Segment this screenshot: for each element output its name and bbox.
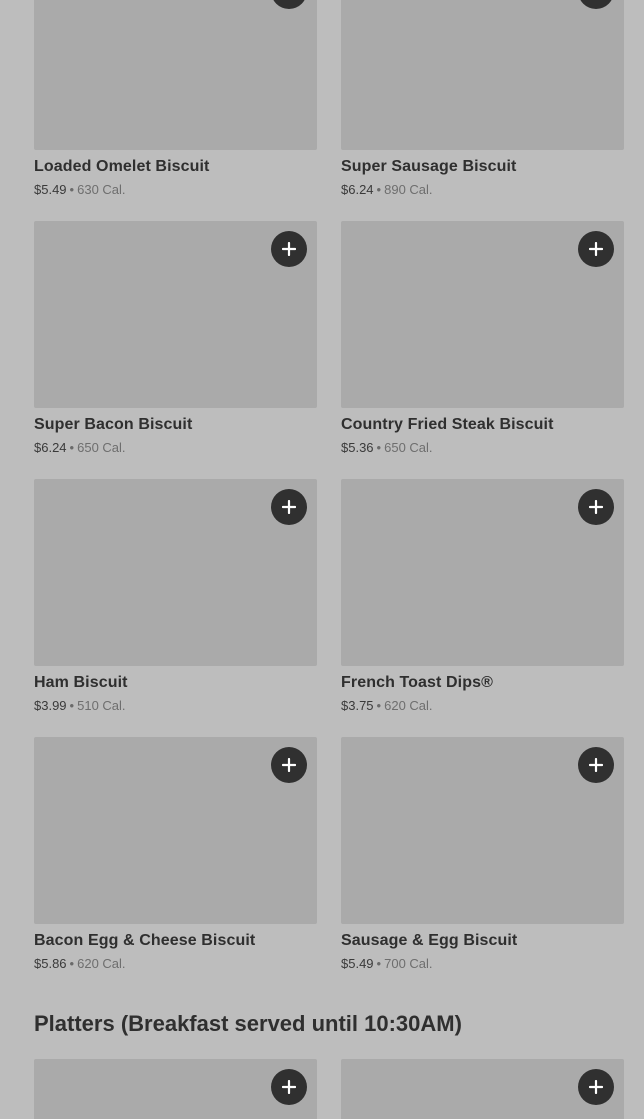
menu-item-card[interactable]: Super Bacon Biscuit $6.24 • 650 Cal. <box>34 221 317 479</box>
separator-dot: • <box>376 440 382 455</box>
item-name[interactable]: Super Bacon Biscuit <box>34 416 192 434</box>
separator-dot: • <box>69 182 75 197</box>
add-to-cart-button[interactable] <box>578 231 614 267</box>
item-name[interactable]: Sausage & Egg Biscuit <box>341 932 517 950</box>
item-name[interactable]: French Toast Dips® <box>341 674 493 692</box>
plus-icon <box>589 758 603 772</box>
item-meta: $3.99 • 510 Cal. <box>34 698 126 713</box>
separator-dot: • <box>376 956 382 971</box>
item-name[interactable]: Super Sausage Biscuit <box>341 158 517 176</box>
item-calories: 620 Cal. <box>384 698 433 713</box>
item-image[interactable] <box>341 0 624 150</box>
menu-item-card[interactable]: Loaded Omelet Biscuit $5.49 • 630 Cal. <box>34 0 317 221</box>
plus-icon <box>589 242 603 256</box>
menu-item-card[interactable] <box>341 1059 624 1119</box>
item-meta: $6.24 • 650 Cal. <box>34 440 126 455</box>
item-calories: 650 Cal. <box>384 440 433 455</box>
menu-item-card[interactable]: Sausage & Egg Biscuit $5.49 • 700 Cal. <box>341 737 624 995</box>
item-name[interactable]: Bacon Egg & Cheese Biscuit <box>34 932 255 950</box>
plus-icon <box>282 500 296 514</box>
add-to-cart-button[interactable] <box>578 489 614 525</box>
plus-icon <box>282 758 296 772</box>
item-meta: $6.24 • 890 Cal. <box>341 182 433 197</box>
add-to-cart-button[interactable] <box>271 231 307 267</box>
item-meta: $5.36 • 650 Cal. <box>341 440 433 455</box>
menu-item-card[interactable]: Country Fried Steak Biscuit $5.36 • 650 Ca… <box>341 221 624 479</box>
item-meta: $3.75 • 620 Cal. <box>341 698 433 713</box>
item-calories: 890 Cal. <box>384 182 433 197</box>
menu-item-card[interactable]: Super Sausage Biscuit $6.24 • 890 Cal. <box>341 0 624 221</box>
plus-icon <box>282 1080 296 1094</box>
separator-dot: • <box>376 182 382 197</box>
item-price: $3.99 <box>34 698 67 713</box>
item-price: $5.49 <box>341 956 374 971</box>
add-to-cart-button[interactable] <box>271 747 307 783</box>
menu-item-card[interactable]: French Toast Dips® $3.75 • 620 Cal. <box>341 479 624 737</box>
add-to-cart-button[interactable] <box>578 1069 614 1105</box>
menu-grid-platters <box>34 1059 624 1119</box>
item-price: $6.24 <box>341 182 374 197</box>
item-calories: 510 Cal. <box>77 698 126 713</box>
item-image[interactable] <box>34 0 317 150</box>
separator-dot: • <box>69 956 75 971</box>
menu-item-card[interactable] <box>34 1059 317 1119</box>
separator-dot: • <box>69 698 75 713</box>
item-name[interactable]: Loaded Omelet Biscuit <box>34 158 209 176</box>
item-price: $5.86 <box>34 956 67 971</box>
plus-icon <box>589 1080 603 1094</box>
separator-dot: • <box>376 698 382 713</box>
item-calories: 700 Cal. <box>384 956 433 971</box>
item-price: $5.36 <box>341 440 374 455</box>
menu-item-card[interactable]: Bacon Egg & Cheese Biscuit $5.86 • 620 Cal… <box>34 737 317 995</box>
add-to-cart-button[interactable] <box>271 1069 307 1105</box>
plus-icon <box>282 242 296 256</box>
item-price: $6.24 <box>34 440 67 455</box>
menu-item-card[interactable]: Ham Biscuit $3.99 • 510 Cal. <box>34 479 317 737</box>
item-price: $5.49 <box>34 182 67 197</box>
item-calories: 650 Cal. <box>77 440 126 455</box>
separator-dot: • <box>69 440 75 455</box>
plus-icon <box>589 500 603 514</box>
menu-grid-biscuits: Loaded Omelet Biscuit $5.49 • 630 Cal. Sup… <box>34 0 624 995</box>
item-meta: $5.49 • 700 Cal. <box>341 956 433 971</box>
item-name[interactable]: Country Fried Steak Biscuit <box>341 416 554 434</box>
add-to-cart-button[interactable] <box>578 747 614 783</box>
section-title-platters: Platters (Breakfast served until 10:30AM… <box>34 1011 462 1036</box>
item-name[interactable]: Ham Biscuit <box>34 674 128 692</box>
add-to-cart-button[interactable] <box>271 489 307 525</box>
item-meta: $5.49 • 630 Cal. <box>34 182 126 197</box>
item-price: $3.75 <box>341 698 374 713</box>
item-calories: 620 Cal. <box>77 956 126 971</box>
item-meta: $5.86 • 620 Cal. <box>34 956 126 971</box>
item-calories: 630 Cal. <box>77 182 126 197</box>
